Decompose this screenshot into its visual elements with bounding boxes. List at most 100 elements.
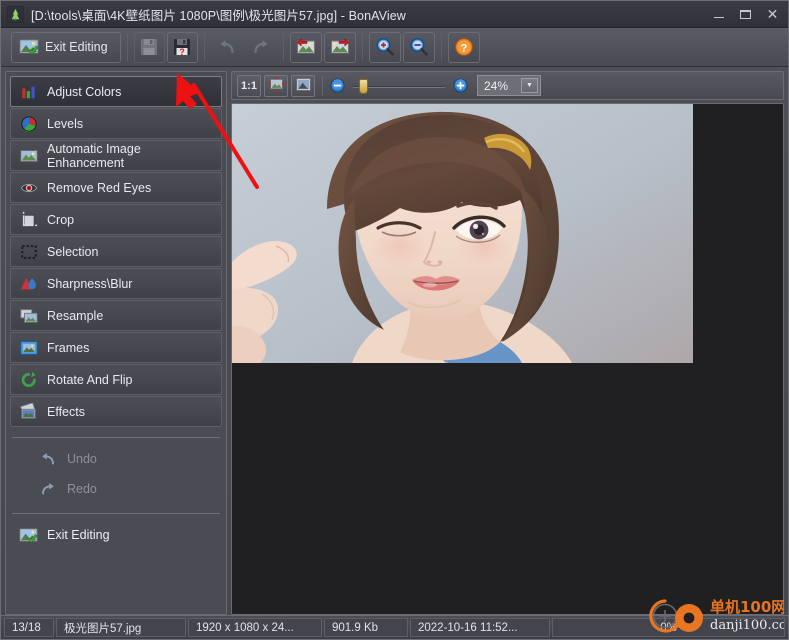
toolbar-group-zoom [365, 31, 439, 63]
sidebar-item-label: Resample [47, 308, 104, 323]
previous-image-button[interactable] [289, 31, 322, 63]
zoom-out-button[interactable] [402, 31, 435, 63]
fit-image-button[interactable] [291, 74, 315, 97]
sidebar-item-automatic-image-enhancement[interactable]: Automatic Image Enhancement [10, 140, 222, 171]
sidebar-item-label: Sharpness\Blur [47, 276, 133, 291]
toolbar-group-help: ? [444, 31, 484, 63]
levels-icon [19, 114, 39, 134]
resample-icon [19, 306, 39, 326]
exit-editing-button[interactable]: Exit Editing [11, 31, 121, 63]
view-toolbar-separator [322, 75, 323, 96]
previous-image-icon [295, 37, 316, 57]
sidebar-undo-label: Undo [67, 452, 97, 466]
main-body: Adjust Colors Levels Automatic Image Enh… [1, 67, 788, 615]
minimize-button[interactable] [705, 3, 732, 26]
undo-icon [217, 37, 237, 57]
sidebar-exit-editing-button[interactable]: Exit Editing [10, 520, 222, 550]
close-button[interactable]: ✕ [759, 3, 786, 26]
sidebar-redo-label: Redo [67, 482, 97, 496]
sidebar-item-resample[interactable]: Resample [10, 300, 222, 331]
fit-image-icon [295, 76, 312, 96]
help-button[interactable]: ? [447, 31, 480, 63]
sidebar-undo-button[interactable]: Undo [10, 444, 222, 474]
photo-preview [232, 104, 693, 363]
status-page-counter: 13/18 [4, 618, 54, 637]
zoom-in-button[interactable] [368, 31, 401, 63]
title-bar: [D:\tools\桌面\4K壁纸图片 1080P\图例\极光图片57.jpg]… [1, 1, 788, 28]
chevron-down-icon[interactable]: ▼ [521, 78, 538, 93]
status-progress: 0% [552, 618, 785, 637]
sidebar-item-levels[interactable]: Levels [10, 108, 222, 139]
frames-icon [19, 338, 39, 358]
exit-editing-label: Exit Editing [45, 40, 108, 54]
main-toolbar: Exit Editing ? ? [1, 28, 788, 67]
maximize-button[interactable] [732, 3, 759, 26]
status-file-name: 极光图片57.jpg [56, 618, 186, 637]
bonaview-window: [D:\tools\桌面\4K壁纸图片 1080P\图例\极光图片57.jpg]… [0, 0, 789, 640]
undo-icon [38, 449, 58, 469]
window-title: [D:\tools\桌面\4K壁纸图片 1080P\图例\极光图片57.jpg]… [31, 8, 406, 23]
crop-icon [19, 210, 39, 230]
toolbar-group-save: ? [130, 31, 202, 63]
sidebar-divider [12, 513, 220, 514]
window-controls: ✕ [705, 3, 786, 26]
redo-icon [38, 479, 58, 499]
toolbar-separator [126, 33, 128, 61]
toolbar-separator [440, 33, 442, 61]
sidebar-item-adjust-colors[interactable]: Adjust Colors [10, 76, 222, 107]
fit-to-window-icon [267, 76, 285, 96]
zoom-level-value: 24% [484, 78, 509, 93]
redo-icon [251, 37, 271, 57]
svg-text:?: ? [460, 42, 467, 54]
sidebar-divider [12, 437, 220, 438]
undo-button[interactable] [211, 32, 243, 63]
sidebar-item-label: Remove Red Eyes [47, 180, 152, 195]
zoom-out-circle-icon[interactable] [330, 78, 345, 93]
auto-enhance-icon [19, 146, 39, 166]
zoom-slider-thumb[interactable] [359, 78, 368, 94]
sidebar-item-sharpness-blur[interactable]: Sharpness\Blur [10, 268, 222, 299]
effects-icon [19, 402, 39, 422]
save-as-button[interactable]: ? [166, 31, 198, 63]
sidebar-item-rotate-and-flip[interactable]: Rotate And Flip [10, 364, 222, 395]
save-icon [140, 38, 158, 56]
toolbar-separator [282, 33, 284, 61]
sidebar-item-effects[interactable]: Effects [10, 396, 222, 427]
sidebar-exit-editing-label: Exit Editing [47, 528, 110, 542]
sidebar-item-remove-red-eyes[interactable]: Remove Red Eyes [10, 172, 222, 203]
editing-sidebar: Adjust Colors Levels Automatic Image Enh… [5, 71, 227, 615]
sidebar-item-selection[interactable]: Selection [10, 236, 222, 267]
toolbar-group-navigate [286, 31, 360, 63]
sidebar-item-label: Frames [47, 340, 90, 355]
next-image-button[interactable] [323, 31, 356, 63]
sidebar-item-crop[interactable]: Crop [10, 204, 222, 235]
exit-editing-icon [19, 37, 39, 57]
zoom-in-circle-icon[interactable] [453, 78, 468, 93]
sidebar-item-label: Adjust Colors [47, 84, 122, 99]
sidebar-item-label: Automatic Image Enhancement [47, 141, 141, 170]
selection-icon [19, 242, 39, 262]
redo-button[interactable] [245, 32, 277, 63]
bonaview-icon [7, 5, 24, 23]
next-image-icon [330, 37, 350, 57]
sharpness-blur-icon [19, 274, 39, 294]
sidebar-item-label: Crop [47, 212, 75, 227]
zoom-slider[interactable] [353, 77, 445, 95]
sidebar-redo-button[interactable]: Redo [10, 474, 222, 504]
toolbar-separator [361, 33, 363, 61]
status-bar: 13/18 极光图片57.jpg 1920 x 1080 x 24... 901… [1, 615, 788, 639]
zoom-level-combobox[interactable]: 24% ▼ [477, 75, 541, 96]
rotate-flip-icon [19, 370, 39, 390]
save-button[interactable] [133, 31, 165, 63]
toolbar-separator [203, 33, 205, 61]
sidebar-item-label: Rotate And Flip [47, 372, 133, 387]
status-dimensions: 1920 x 1080 x 24... [188, 618, 322, 637]
sidebar-item-frames[interactable]: Frames [10, 332, 222, 363]
actual-size-button[interactable]: 1:1 [237, 74, 261, 97]
image-canvas[interactable] [231, 103, 784, 615]
image-viewer: 1:1 24% ▼ [231, 71, 784, 615]
zoom-out-icon [409, 37, 429, 57]
fit-to-window-button[interactable] [264, 74, 288, 97]
toolbar-group-exit: Exit Editing [7, 31, 125, 63]
